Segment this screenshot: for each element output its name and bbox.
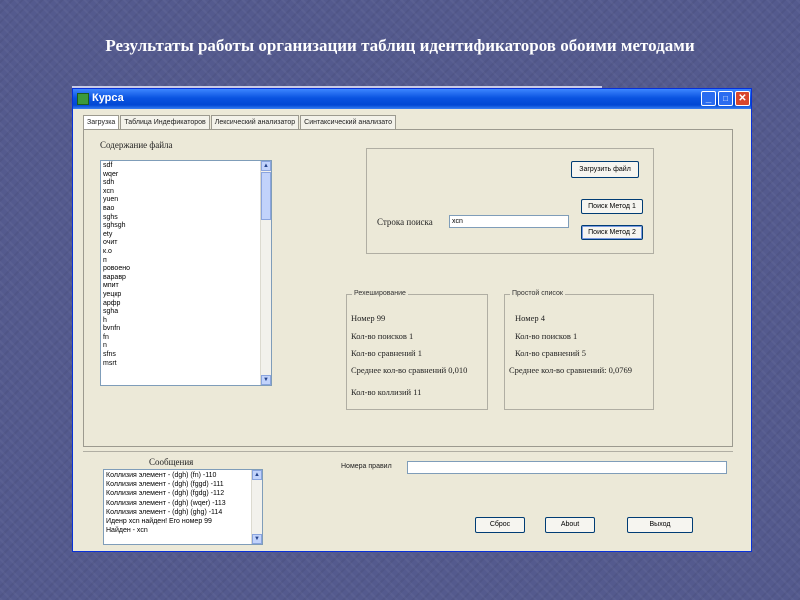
messages-list[interactable]: Коллизия элемент - (dgh) (fn) -110 Коллиз… bbox=[103, 469, 263, 545]
list-item[interactable]: Иденр xcn найден! Его номер 99 bbox=[106, 517, 250, 526]
list-item[interactable]: yuen bbox=[103, 196, 259, 205]
search-method-2-button[interactable]: Поиск Метод 2 bbox=[581, 225, 643, 240]
list-item[interactable]: sdh bbox=[103, 179, 259, 188]
rehash-comparisons: Кол-во сравнений 1 bbox=[351, 348, 422, 358]
list-item[interactable]: sghs bbox=[103, 214, 259, 223]
list-item[interactable]: sdf bbox=[103, 162, 259, 171]
list-item[interactable]: арфр bbox=[103, 300, 259, 309]
scroll-up-icon[interactable]: ▲ bbox=[261, 161, 271, 171]
rules-input[interactable] bbox=[407, 461, 727, 474]
window-titlebar[interactable]: Курса _ □ ✕ bbox=[73, 89, 751, 109]
scroll-up-icon[interactable]: ▲ bbox=[252, 470, 262, 480]
app-icon bbox=[77, 93, 89, 105]
list-item[interactable]: к.о bbox=[103, 248, 259, 257]
tab-lexical-analyzer[interactable]: Лексический анализатор bbox=[210, 115, 300, 129]
list-item[interactable]: h bbox=[103, 317, 259, 326]
simple-list-caption: Простой список bbox=[510, 290, 565, 297]
list-item[interactable]: sghsgh bbox=[103, 222, 259, 231]
tab-panel-load: Содержание файла sdf wqer sdh xcn yuen вао sgh… bbox=[83, 129, 733, 447]
search-method-1-button[interactable]: Поиск Метод 1 bbox=[581, 199, 643, 214]
about-button[interactable]: About bbox=[545, 517, 595, 533]
list-item[interactable]: Коллизия элемент - (dgh) (fgdg) -112 bbox=[106, 489, 250, 498]
rehash-number: Номер 99 bbox=[351, 313, 386, 323]
file-content-label: Содержание файла bbox=[100, 140, 173, 150]
minimize-icon[interactable]: _ bbox=[701, 91, 716, 106]
list-item[interactable]: n bbox=[103, 342, 259, 351]
list-item[interactable]: Коллизия элемент - (dgh) (fggd) -111 bbox=[106, 480, 250, 489]
list-item[interactable]: Коллизия элемент - (dgh) (fn) -110 bbox=[106, 471, 250, 480]
reset-button[interactable]: Сброс bbox=[475, 517, 525, 533]
file-content-list[interactable]: sdf wqer sdh xcn yuen вао sghs sghsgh ety очит к.о… bbox=[100, 160, 272, 386]
scroll-down-icon[interactable]: ▼ bbox=[261, 375, 271, 385]
list-item[interactable]: fn bbox=[103, 334, 259, 343]
search-input[interactable]: xcn bbox=[449, 215, 569, 228]
rehash-searches: Кол-во поисков 1 bbox=[351, 331, 414, 341]
tab-identifier-table[interactable]: Таблица Индефикаторов bbox=[120, 115, 210, 129]
list-item[interactable]: msrt bbox=[103, 360, 259, 369]
simple-comparisons: Кол-во сравнений 5 bbox=[515, 348, 586, 358]
list-item[interactable]: вао bbox=[103, 205, 259, 214]
rules-label: Номера правил bbox=[341, 463, 392, 470]
list-item[interactable]: Коллизия элемент - (dgh) (wqer) -113 bbox=[106, 499, 250, 508]
exit-button[interactable]: Выход bbox=[627, 517, 693, 533]
scroll-thumb[interactable] bbox=[261, 172, 271, 220]
slide-title: Результаты работы организации таблиц иде… bbox=[105, 36, 695, 55]
list-item[interactable]: ety bbox=[103, 231, 259, 240]
load-file-button[interactable]: Загрузить файл bbox=[571, 161, 639, 178]
list-item[interactable]: варавр bbox=[103, 274, 259, 283]
rehash-avg-comparisons: Среднее кол-во сравнений 0,010 bbox=[351, 365, 468, 375]
list-item[interactable]: wqer bbox=[103, 171, 259, 180]
message-items: Коллизия элемент - (dgh) (fn) -110 Коллиз… bbox=[106, 471, 250, 535]
rehash-collisions: Кол-во коллизий 11 bbox=[351, 387, 422, 397]
simple-number: Номер 4 bbox=[515, 313, 546, 323]
list-item[interactable]: ровоено bbox=[103, 265, 259, 274]
messages-label: Сообщения bbox=[149, 457, 194, 467]
list-item[interactable]: bvnfn bbox=[103, 325, 259, 334]
list-item[interactable]: п bbox=[103, 257, 259, 266]
simple-list-group: Простой список Номер 4 Кол-во поисков 1 … bbox=[504, 290, 654, 410]
file-list-scrollbar[interactable]: ▲ ▼ bbox=[260, 161, 271, 385]
close-icon[interactable]: ✕ bbox=[735, 91, 750, 106]
list-item[interactable]: Найден - xcn bbox=[106, 526, 250, 535]
tab-syntax-analyzer[interactable]: Синтаксический анализато bbox=[300, 115, 397, 129]
file-items: sdf wqer sdh xcn yuen вао sghs sghsgh ety очит к.о… bbox=[103, 162, 259, 368]
simple-avg-comparisons: Среднее кол-во сравнений: 0,0769 bbox=[509, 365, 633, 375]
list-item[interactable]: xcn bbox=[103, 188, 259, 197]
list-item[interactable]: мпит bbox=[103, 282, 259, 291]
window-client: Загрузка Таблица Индефикаторов Лексическ… bbox=[75, 109, 749, 549]
list-item[interactable]: Коллизия элемент - (dgh) (ghg) -114 bbox=[106, 508, 250, 517]
separator bbox=[83, 451, 733, 452]
rehash-group: Рехеширование Номер 99 Кол-во поисков 1 … bbox=[346, 290, 488, 410]
list-item[interactable]: sgha bbox=[103, 308, 259, 317]
search-label: Строка поиска bbox=[377, 217, 433, 227]
tab-bar: Загрузка Таблица Индефикаторов Лексическ… bbox=[83, 115, 397, 130]
tab-load[interactable]: Загрузка bbox=[83, 115, 120, 130]
list-item[interactable]: уецкр bbox=[103, 291, 259, 300]
list-item[interactable]: очит bbox=[103, 239, 259, 248]
simple-searches: Кол-во поисков 1 bbox=[515, 331, 578, 341]
messages-scrollbar[interactable]: ▲ ▼ bbox=[251, 470, 262, 544]
scroll-down-icon[interactable]: ▼ bbox=[252, 534, 262, 544]
search-group: Загрузить файл Строка поиска xcn Поиск М… bbox=[366, 148, 654, 254]
window-title: Курса bbox=[92, 92, 124, 104]
app-window: Курса _ □ ✕ Загрузка Таблица Индефикатор… bbox=[72, 88, 752, 552]
list-item[interactable]: sfns bbox=[103, 351, 259, 360]
maximize-icon[interactable]: □ bbox=[718, 91, 733, 106]
rehash-caption: Рехеширование bbox=[352, 290, 408, 297]
